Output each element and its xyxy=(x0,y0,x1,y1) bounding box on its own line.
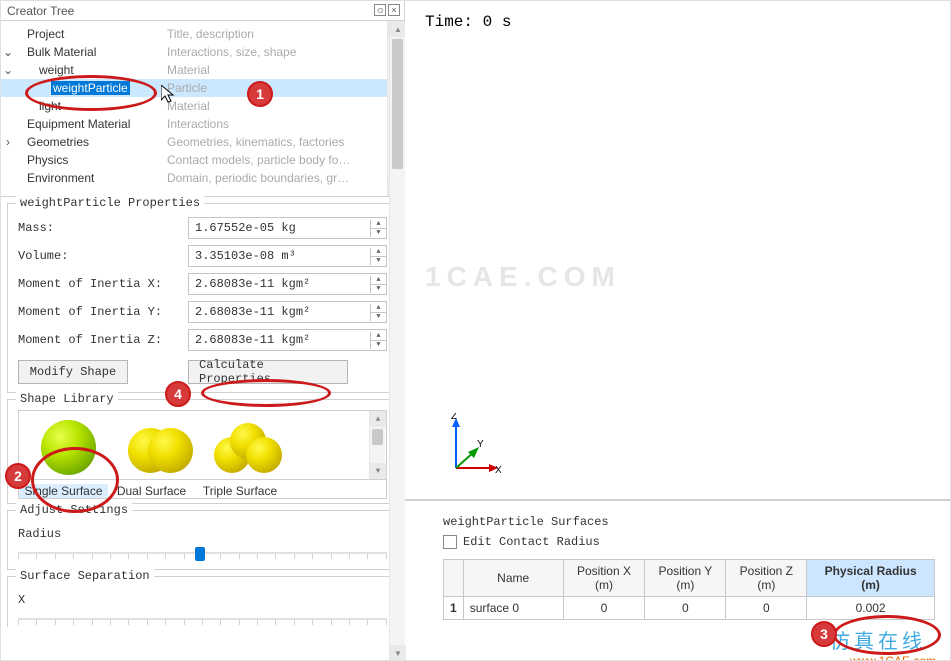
surfaces-panel: weightParticle Surfaces Edit Contact Rad… xyxy=(405,499,950,660)
sphere-icon xyxy=(126,425,191,475)
pin-icon[interactable]: ⫏ xyxy=(374,4,386,16)
separation-x-slider[interactable] xyxy=(18,611,387,627)
spin-up-icon[interactable]: ▲ xyxy=(370,220,386,228)
tree-view[interactable]: ProjectTitle, description ⌄Bulk Material… xyxy=(1,21,404,197)
edit-contact-radius-label: Edit Contact Radius xyxy=(463,535,600,549)
close-icon[interactable]: × xyxy=(388,4,400,16)
collapse-icon[interactable]: ⌄ xyxy=(1,45,15,59)
sphere-icon xyxy=(41,420,96,475)
slider-handle[interactable] xyxy=(195,547,205,561)
properties-title: weightParticle Properties xyxy=(16,196,204,210)
mass-input[interactable]: 1.67552e-05 kg▲▼ xyxy=(188,217,387,239)
tree-bulk-material[interactable]: Bulk Material xyxy=(15,45,163,59)
shape-dual-surface[interactable] xyxy=(113,425,203,475)
volume-input[interactable]: 3.35103e-08 m³▲▼ xyxy=(188,245,387,267)
spin-down-icon[interactable]: ▼ xyxy=(370,228,386,237)
panel-scrollbar[interactable]: ▲ ▼ xyxy=(389,21,405,661)
tree-physics[interactable]: Physics xyxy=(15,153,163,167)
mass-label: Mass: xyxy=(18,221,188,235)
volume-label: Volume: xyxy=(18,249,188,263)
viewport-3d[interactable]: Time: 0 s 1CAE.COM Z X Y xyxy=(405,1,950,499)
scroll-down-icon[interactable]: ▼ xyxy=(370,463,386,479)
cell-physical-radius[interactable]: 0.002 xyxy=(807,597,935,620)
shape-single-caption[interactable]: Single Surface xyxy=(19,484,108,498)
spin-down-icon[interactable]: ▼ xyxy=(370,284,386,293)
tree-geometries[interactable]: Geometries xyxy=(15,135,163,149)
spin-down-icon[interactable]: ▼ xyxy=(370,312,386,321)
col-name[interactable]: Name xyxy=(463,560,563,597)
moi-z-label: Moment of Inertia Z: xyxy=(18,333,188,347)
scroll-up-icon[interactable]: ▲ xyxy=(390,21,406,37)
spin-up-icon[interactable]: ▲ xyxy=(370,304,386,312)
col-physical-radius[interactable]: Physical Radius (m) xyxy=(807,560,935,597)
col-pos-x[interactable]: Position X (m) xyxy=(563,560,645,597)
moi-x-label: Moment of Inertia X: xyxy=(18,277,188,291)
time-label: Time: 0 s xyxy=(425,13,511,31)
tree-environment[interactable]: Environment xyxy=(15,171,163,185)
adjust-settings-group: Adjust Settings Radius xyxy=(7,510,398,570)
col-pos-y[interactable]: Position Y (m) xyxy=(645,560,726,597)
scroll-thumb[interactable] xyxy=(392,39,403,169)
shape-triple-caption[interactable]: Triple Surface xyxy=(195,484,285,498)
moi-z-input[interactable]: 2.68083e-11 kgm²▲▼ xyxy=(188,329,387,351)
moi-y-label: Moment of Inertia Y: xyxy=(18,305,188,319)
collapse-icon[interactable]: ⌄ xyxy=(1,63,15,77)
tree-equipment-material[interactable]: Equipment Material xyxy=(15,117,163,131)
spin-up-icon[interactable]: ▲ xyxy=(370,332,386,340)
svg-text:Z: Z xyxy=(451,413,457,422)
creator-tree-panel: Creator Tree ⫏ × ProjectTitle, descripti… xyxy=(1,1,405,661)
shape-triple-surface[interactable] xyxy=(203,423,293,475)
properties-group: weightParticle Properties Mass:1.67552e-… xyxy=(7,203,398,393)
surface-separation-group: Surface Separation X xyxy=(7,576,398,627)
axes-gizmo: Z X Y xyxy=(441,413,501,483)
tree-project[interactable]: Project xyxy=(15,27,163,41)
col-pos-z[interactable]: Position Z (m) xyxy=(726,560,807,597)
spin-down-icon[interactable]: ▼ xyxy=(370,256,386,265)
cell-pos-y[interactable]: 0 xyxy=(645,597,726,620)
calculate-properties-button[interactable]: Calculate Properties... xyxy=(188,360,348,384)
shape-scrollbar[interactable]: ▲ ▼ xyxy=(369,411,385,479)
tree-weight-particle[interactable]: weightParticle xyxy=(15,81,163,95)
moi-y-input[interactable]: 2.68083e-11 kgm²▲▼ xyxy=(188,301,387,323)
spin-down-icon[interactable]: ▼ xyxy=(370,340,386,349)
sphere-icon xyxy=(214,423,282,475)
surfaces-title: weightParticle Surfaces xyxy=(443,515,950,529)
edit-contact-radius-checkbox[interactable] xyxy=(443,535,457,549)
expand-icon[interactable]: › xyxy=(1,135,15,149)
shape-library-group: Shape Library ▲ ▼ xyxy=(7,399,398,504)
shape-dual-caption[interactable]: Dual Surface xyxy=(108,484,195,498)
tree-light[interactable]: light xyxy=(15,99,163,113)
watermark-bg: 1CAE.COM xyxy=(425,261,621,293)
spin-up-icon[interactable]: ▲ xyxy=(370,248,386,256)
scroll-up-icon[interactable]: ▲ xyxy=(370,411,386,427)
radius-slider[interactable] xyxy=(18,545,387,561)
scroll-down-icon[interactable]: ▼ xyxy=(390,645,406,661)
spin-up-icon[interactable]: ▲ xyxy=(370,276,386,284)
surfaces-table[interactable]: Name Position X (m) Position Y (m) Posit… xyxy=(443,559,935,620)
shape-single-surface[interactable] xyxy=(23,420,113,475)
cell-pos-z[interactable]: 0 xyxy=(726,597,807,620)
tree-weight[interactable]: weight xyxy=(15,63,163,77)
svg-text:X: X xyxy=(495,465,501,476)
modify-shape-button[interactable]: Modify Shape xyxy=(18,360,128,384)
cell-name[interactable]: surface 0 xyxy=(463,597,563,620)
separation-x-label: X xyxy=(18,593,25,607)
panel-title-bar: Creator Tree ⫏ × xyxy=(1,1,404,21)
radius-label: Radius xyxy=(18,527,61,541)
watermark-cn: 仿真在线 xyxy=(830,625,926,654)
watermark-url: www.1CAE.com xyxy=(850,654,936,661)
moi-x-input[interactable]: 2.68083e-11 kgm²▲▼ xyxy=(188,273,387,295)
cell-pos-x[interactable]: 0 xyxy=(563,597,645,620)
svg-text:Y: Y xyxy=(477,439,484,450)
adjust-settings-title: Adjust Settings xyxy=(16,503,132,517)
surface-separation-title: Surface Separation xyxy=(16,569,154,583)
scroll-thumb[interactable] xyxy=(372,429,383,445)
table-row[interactable]: 1 surface 0 0 0 0 0.002 xyxy=(444,597,935,620)
shape-library-title: Shape Library xyxy=(16,392,118,406)
panel-title: Creator Tree xyxy=(7,4,74,18)
row-index: 1 xyxy=(444,597,464,620)
